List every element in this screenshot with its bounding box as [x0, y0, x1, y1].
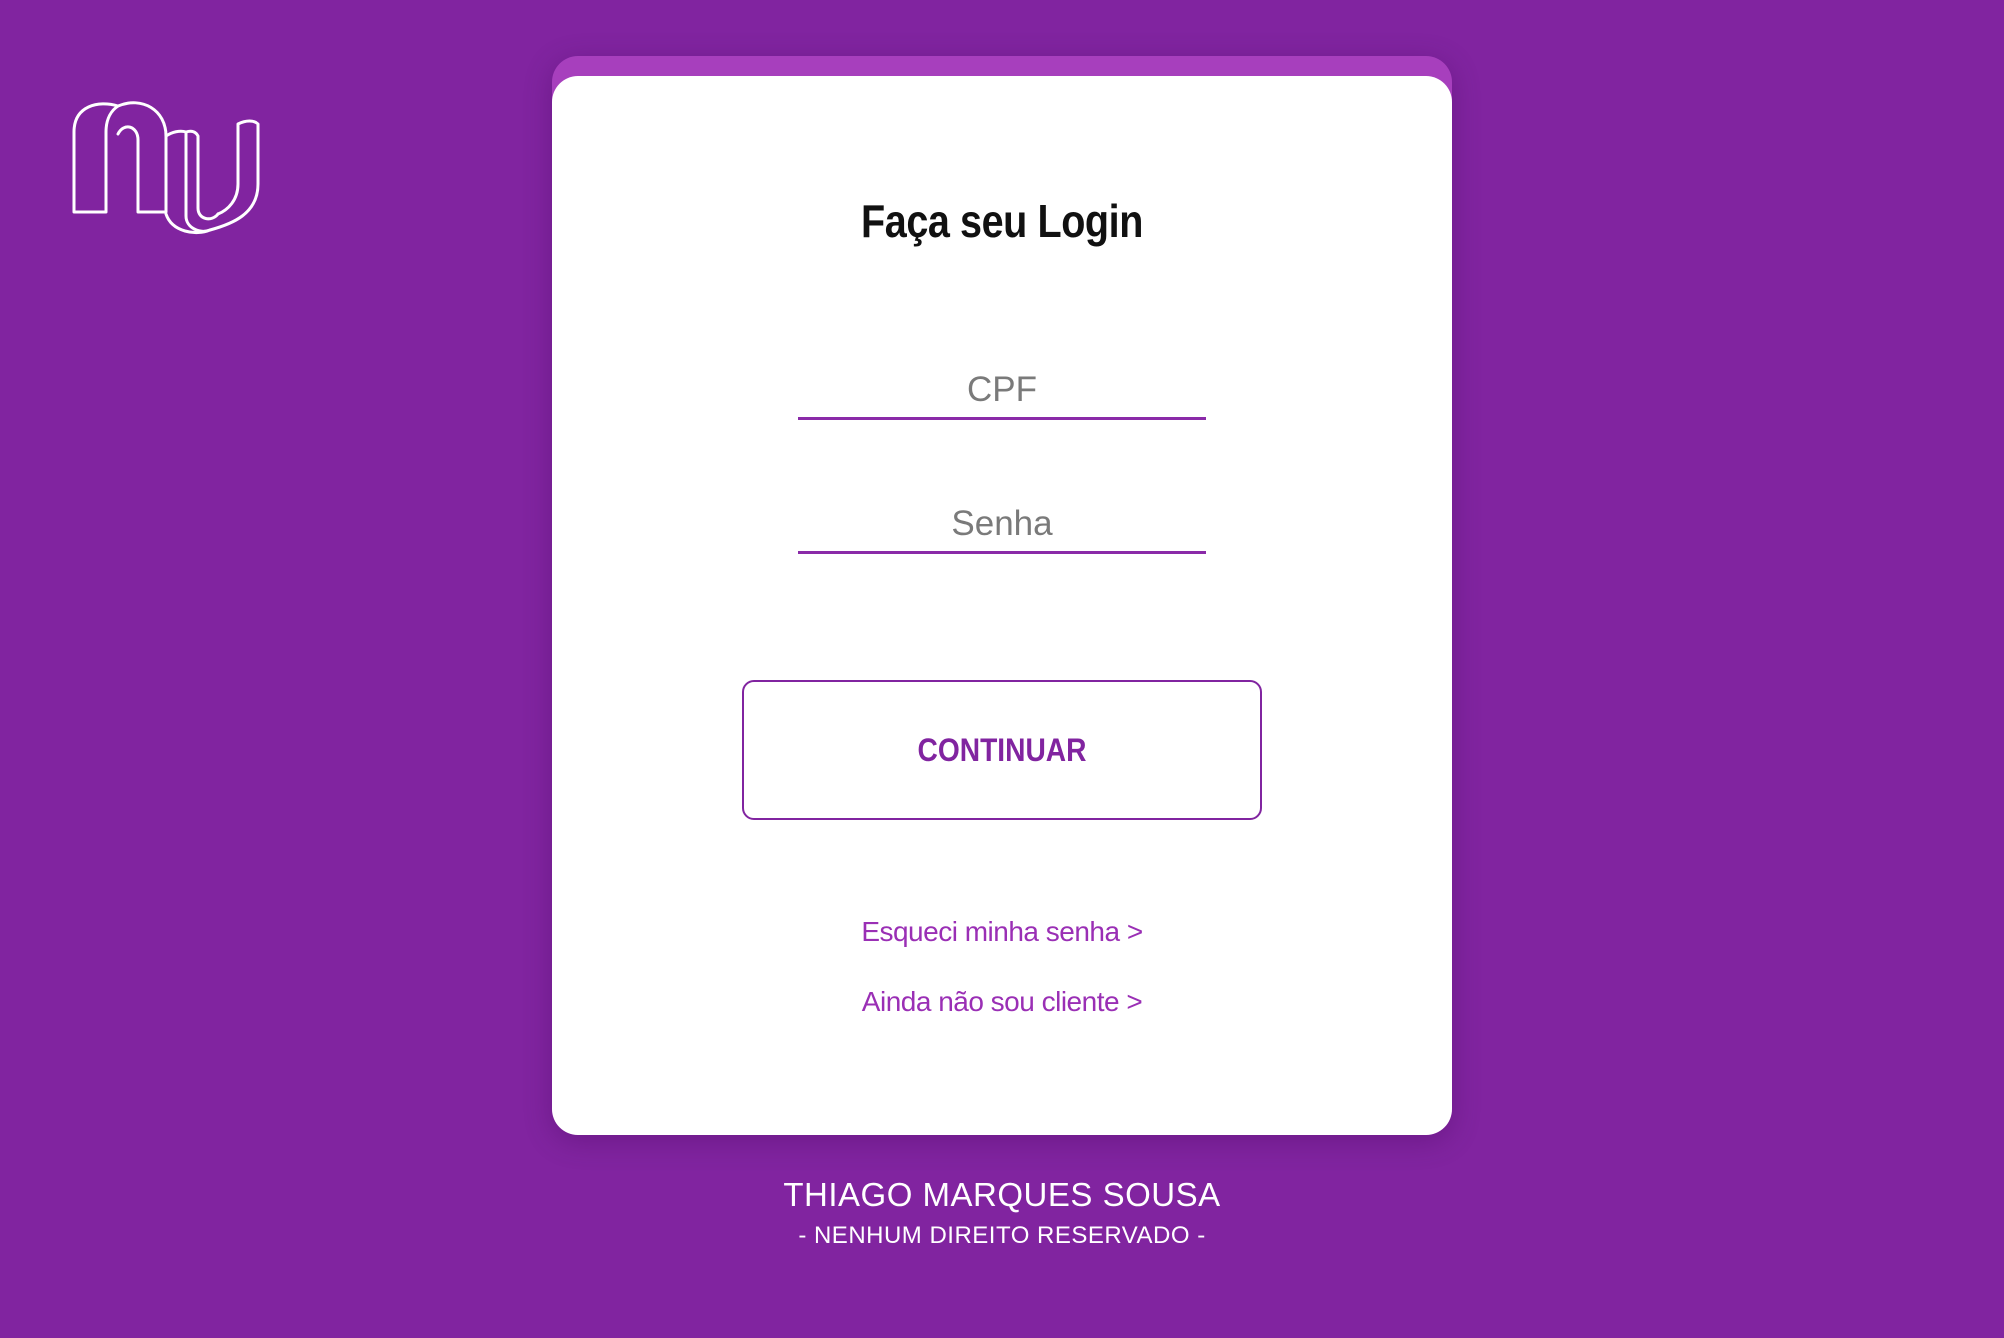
footer-rights: - NENHUM DIREITO RESERVADO -	[798, 1222, 1206, 1249]
login-card-frame: Faça seu Login CONTINUAR Esqueci minha s…	[552, 56, 1452, 1135]
not-client-link[interactable]: Ainda não sou cliente >	[552, 986, 1452, 1018]
continue-button-label: CONTINUAR	[917, 731, 1087, 768]
cpf-input[interactable]	[798, 363, 1206, 420]
password-input[interactable]	[798, 497, 1206, 554]
forgot-password-link[interactable]: Esqueci minha senha >	[552, 916, 1452, 948]
page-title: Faça seu Login	[861, 195, 1143, 247]
login-card: Faça seu Login CONTINUAR Esqueci minha s…	[552, 76, 1452, 1135]
continue-button[interactable]: CONTINUAR	[742, 680, 1262, 820]
footer-author: THIAGO MARQUES SOUSA	[783, 1176, 1221, 1213]
nu-logo-icon	[72, 101, 260, 235]
